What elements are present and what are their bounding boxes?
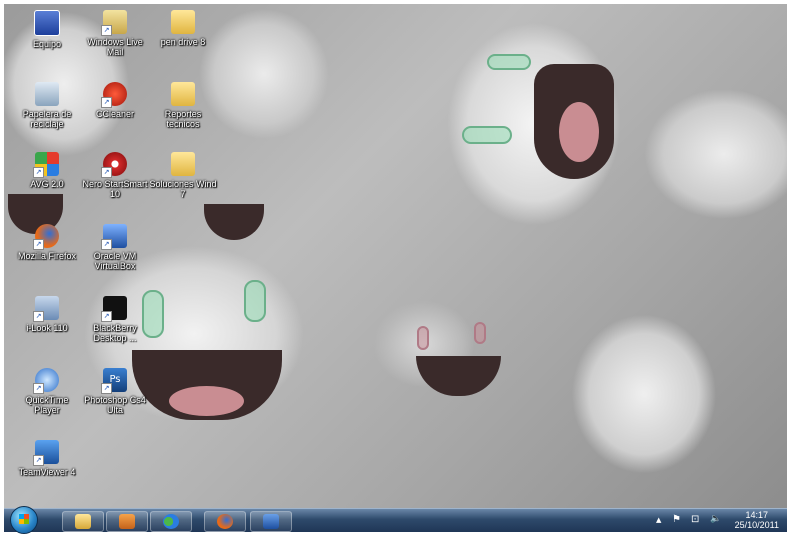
desktop-icon-photoshop[interactable]: Ps ↗ Photoshop Cs4 Ulta xyxy=(80,368,150,415)
folder-icon xyxy=(171,82,195,106)
desktop-icon-label: Soluciones Wind 7 xyxy=(149,179,217,199)
system-clock[interactable]: 14:17 25/10/2011 xyxy=(735,510,779,530)
wallpaper-tongue xyxy=(169,386,244,416)
desktop-icon-teamviewer[interactable]: ↗ TeamViewer 4 xyxy=(12,440,82,477)
desktop-icon-label: Equipo xyxy=(32,39,62,49)
desktop-icon-label: pen drive 8 xyxy=(160,37,206,47)
ccleaner-icon: ↗ xyxy=(101,82,127,108)
virtualbox-icon: ↗ xyxy=(101,224,127,250)
desktop-icon-pen-drive[interactable]: pen drive 8 xyxy=(148,10,218,47)
wallpaper-tongue xyxy=(559,102,599,162)
taskbar-firefox-button[interactable] xyxy=(204,511,246,532)
desktop-icon-ilook[interactable]: ↗ i-Look 110 xyxy=(12,296,82,333)
clock-date: 25/10/2011 xyxy=(734,520,779,530)
desktop-icon-label: Photoshop Cs4 Ulta xyxy=(84,395,146,415)
folder-icon xyxy=(171,152,195,176)
desktop-icon-label: TeamViewer 4 xyxy=(18,467,76,477)
wallpaper-eye xyxy=(462,126,512,144)
wallpaper-eye xyxy=(417,326,429,350)
desktop-icon-label: Mozilla Firefox xyxy=(17,251,76,261)
quicktime-icon: ↗ xyxy=(33,368,59,394)
desktop-icon-label: QuickTime Player xyxy=(25,395,69,415)
photoshop-icon: Ps ↗ xyxy=(101,368,127,394)
desktop-wallpaper: Equipo ↗ Windows Live Mail pen drive 8 P… xyxy=(4,4,787,508)
recycle-bin-icon xyxy=(35,82,59,106)
windows-logo-icon xyxy=(19,514,29,524)
folder-icon xyxy=(75,514,91,529)
start-button[interactable] xyxy=(10,506,38,534)
desktop-icon-equipo[interactable]: Equipo xyxy=(12,10,82,49)
media-player-icon xyxy=(119,514,135,529)
desktop-icon-windows-live-mail[interactable]: ↗ Windows Live Mail xyxy=(80,10,150,57)
wallpaper-eye xyxy=(487,54,531,70)
wallpaper-mouth xyxy=(204,204,264,240)
word-icon xyxy=(263,514,279,529)
desktop-icon-label: AVG 2.0 xyxy=(30,179,64,189)
desktop-icon-nero[interactable]: ↗ Nero StartSmart 10 xyxy=(80,152,150,199)
desktop-icon-label: i-Look 110 xyxy=(26,323,68,333)
teamviewer-icon: ↗ xyxy=(33,440,59,466)
volume-icon[interactable]: 🔈 xyxy=(710,514,721,524)
desktop-icon-label: Oracle VM VirtualBox xyxy=(93,251,137,271)
taskbar-explorer-button[interactable] xyxy=(62,511,104,532)
desktop-icon-label: CCleaner xyxy=(95,109,135,119)
desktop-icon-soluciones[interactable]: Soluciones Wind 7 xyxy=(148,152,218,199)
taskbar-word-button[interactable] xyxy=(250,511,292,532)
wallpaper-mouth xyxy=(416,356,501,396)
show-hidden-icons-arrow[interactable]: ▲ xyxy=(656,516,661,524)
desktop-icon-quicktime[interactable]: ↗ QuickTime Player xyxy=(12,368,82,415)
firefox-icon xyxy=(217,514,233,529)
desktop-icon-label: Papelera de reciclaje xyxy=(22,109,72,129)
desktop-icon-avg[interactable]: ↗ AVG 2.0 xyxy=(12,152,82,189)
desktop-icon-recycle-bin[interactable]: Papelera de reciclaje xyxy=(12,82,82,129)
taskbar-messenger-button[interactable] xyxy=(150,511,192,532)
ilook-icon: ↗ xyxy=(33,296,59,322)
messenger-icon xyxy=(163,514,179,529)
firefox-icon: ↗ xyxy=(33,224,59,250)
network-icon[interactable]: ⊡ xyxy=(691,514,699,525)
desktop-icon-label: Windows Live Mail xyxy=(87,37,143,57)
desktop-icon-firefox[interactable]: ↗ Mozilla Firefox xyxy=(12,224,82,261)
clock-time: 14:17 xyxy=(745,510,769,520)
action-center-flag-icon[interactable]: ⚑ xyxy=(672,514,681,525)
taskbar-media-player-button[interactable] xyxy=(106,511,148,532)
avg-icon: ↗ xyxy=(33,152,59,178)
mail-icon: ↗ xyxy=(101,10,127,36)
wallpaper-eye xyxy=(474,322,486,344)
taskbar: ▲ ⚑ ⊡ 🔈 14:17 25/10/2011 xyxy=(4,506,787,534)
nero-icon: ↗ xyxy=(101,152,127,178)
desktop-icon-label: Reportes tecnicos xyxy=(164,109,202,129)
desktop-icon-reportes-tecnicos[interactable]: Reportes tecnicos xyxy=(148,82,218,129)
wallpaper-eye xyxy=(244,280,266,322)
desktop-icon-blackberry[interactable]: ↗ BlackBerry Desktop ... xyxy=(80,296,150,343)
desktop-icon-label: BlackBerry Desktop ... xyxy=(93,323,137,343)
desktop-icon-ccleaner[interactable]: ↗ CCleaner xyxy=(80,82,150,119)
blackberry-icon: ↗ xyxy=(101,296,127,322)
computer-icon xyxy=(34,10,60,36)
desktop-icon-virtualbox[interactable]: ↗ Oracle VM VirtualBox xyxy=(80,224,150,271)
desktop-icon-label: Nero StartSmart 10 xyxy=(82,179,148,199)
folder-icon xyxy=(171,10,195,34)
